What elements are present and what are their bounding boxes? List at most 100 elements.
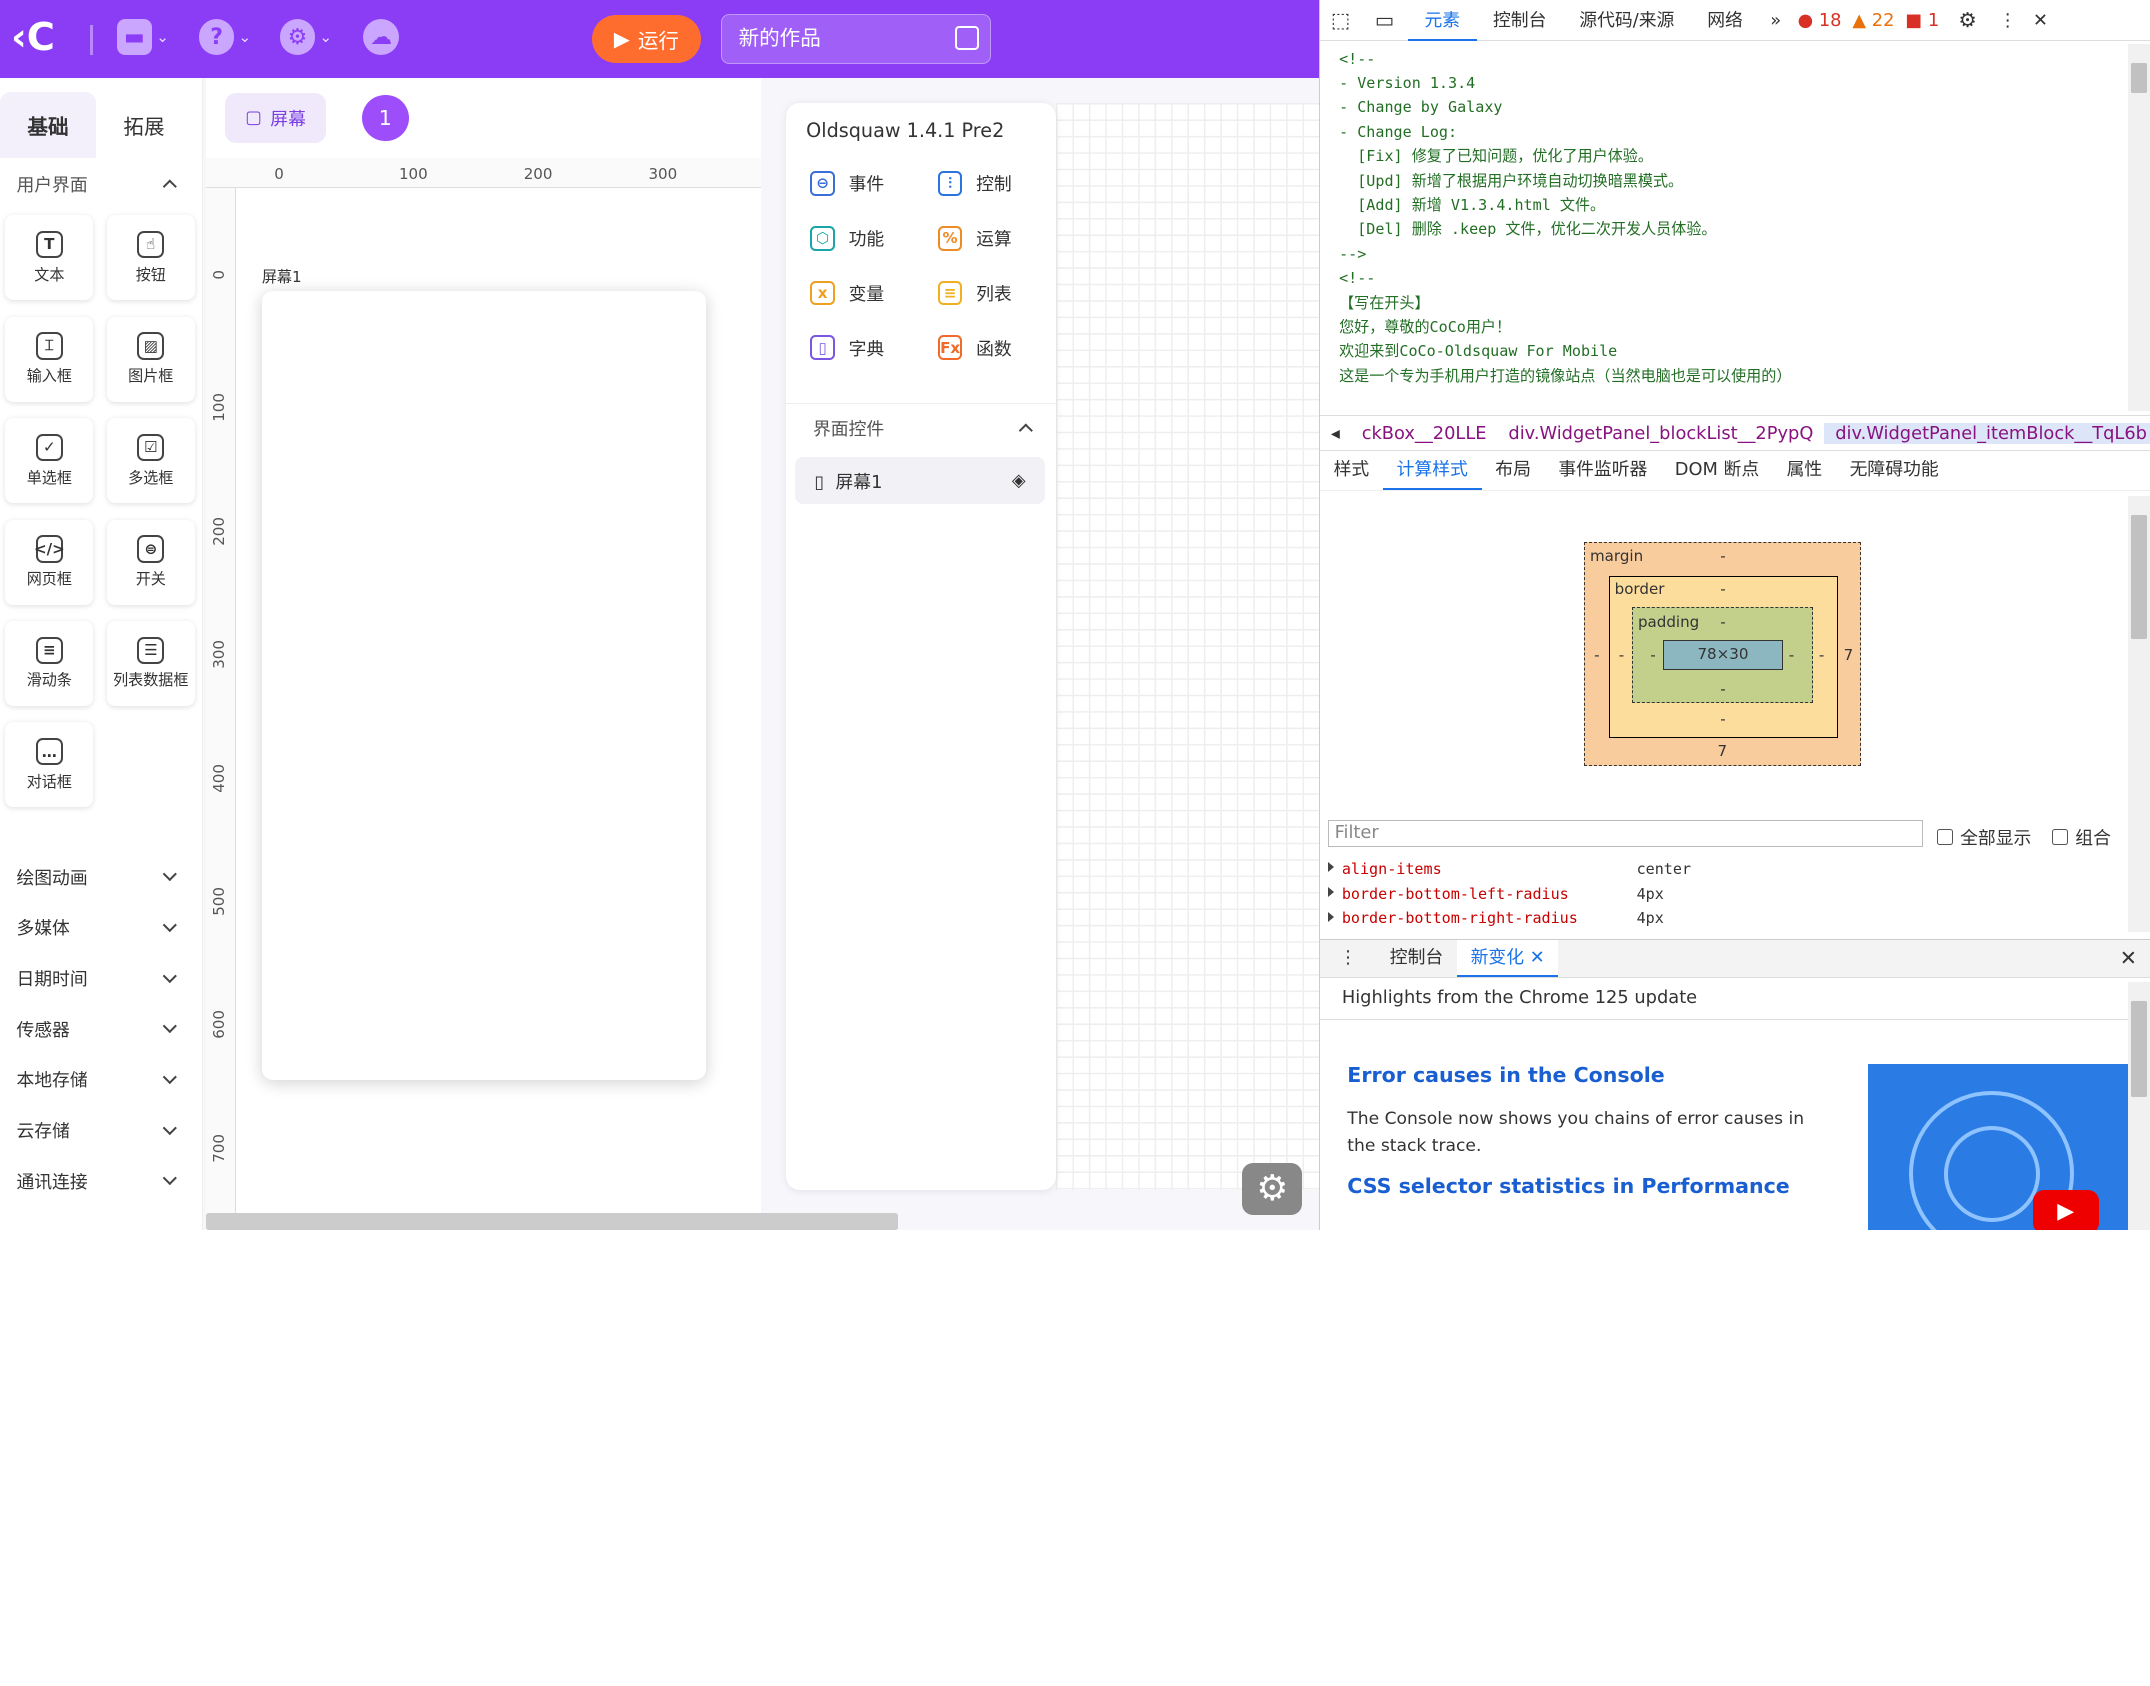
- component-slider[interactable]: ≡ 滑动条: [5, 620, 94, 706]
- group-4[interactable]: 本地存储: [0, 1054, 202, 1105]
- tab-basic[interactable]: 基础: [0, 91, 96, 158]
- settings-menu-icon[interactable]: ⚙ ⌄: [279, 19, 332, 55]
- computed-properties: align-items center border-bottom-left-radi…: [1328, 857, 2123, 931]
- page-number-badge[interactable]: 1: [361, 94, 409, 142]
- widget-category-5[interactable]: ≡ 列表: [937, 277, 1066, 310]
- widget-category-1[interactable]: ⫶ 控制: [937, 167, 1066, 200]
- margin-left-value: -: [1594, 645, 1600, 664]
- component-image[interactable]: ▨ 图片框: [106, 316, 195, 402]
- phone-screen[interactable]: [261, 290, 707, 1081]
- horizontal-scrollbar[interactable]: [205, 1213, 898, 1230]
- source-scrollbar[interactable]: [2127, 43, 2150, 412]
- more-tabs-icon[interactable]: »: [1759, 10, 1792, 31]
- breadcrumb-left-arrow[interactable]: ◂: [1320, 423, 1351, 444]
- group-0[interactable]: 绘图动画: [0, 851, 202, 902]
- widget-category-6[interactable]: ▯ 字典: [810, 331, 938, 364]
- article-heading-css-selector[interactable]: CSS selector statistics in Performance: [1347, 1174, 1813, 1198]
- devtools-panel: ⬚ ▭ 元素 控制台 源代码/来源 网络 » ● 18 ▲ 22 ■ 1 ⚙ ⋮ ✕ …: [1318, 0, 2150, 1230]
- coco-logo-icon[interactable]: ‹C: [11, 16, 69, 60]
- styles-scrollbar[interactable]: [2127, 496, 2150, 933]
- border-bottom-value: -: [1720, 710, 1726, 729]
- styles-tab-2[interactable]: 布局: [1482, 452, 1545, 489]
- section-title: 用户界面: [16, 174, 88, 196]
- article-heading-error-causes[interactable]: Error causes in the Console: [1347, 1063, 1813, 1087]
- group-1[interactable]: 多媒体: [0, 902, 202, 953]
- breadcrumb-item[interactable]: div.WidgetPanel_itemBlock__TqL6b: [1824, 422, 2150, 444]
- group-checkbox[interactable]: 组合: [2052, 824, 2111, 850]
- show-all-checkbox[interactable]: 全部显示: [1936, 824, 2031, 850]
- file-menu-icon[interactable]: ▬ ⌄: [116, 19, 169, 55]
- issue-count[interactable]: ■ 1: [1900, 10, 1945, 31]
- close-devtools-icon[interactable]: ✕: [2025, 10, 2056, 31]
- tab-whats-new[interactable]: 新变化 ✕: [1456, 939, 1559, 978]
- device-toggle-icon[interactable]: ▭: [1361, 8, 1408, 32]
- filter-input[interactable]: Filter: [1328, 819, 1924, 848]
- project-title-input[interactable]: 新的作品: [721, 13, 992, 65]
- group-5[interactable]: 云存储: [0, 1105, 202, 1156]
- category-label: 变量: [848, 283, 885, 305]
- cloud-icon[interactable]: ☁: [363, 19, 399, 55]
- component-text[interactable]: T 文本: [5, 215, 94, 301]
- switch-icon: ⊜: [137, 535, 165, 563]
- screen-button[interactable]: ▢ 屏幕: [224, 93, 327, 143]
- styles-tab-0[interactable]: 样式: [1320, 452, 1383, 489]
- component-checkbox[interactable]: ☑ 多选框: [106, 418, 195, 504]
- inspect-icon[interactable]: ⬚: [1320, 8, 1361, 32]
- warning-count[interactable]: ▲ 22: [1847, 10, 1900, 31]
- devtools-tab-0[interactable]: 元素: [1408, 0, 1477, 41]
- category-icon: ▯: [810, 335, 835, 361]
- component-button[interactable]: ☝ 按钮: [106, 215, 195, 301]
- tab-console-drawer[interactable]: 控制台: [1376, 940, 1457, 976]
- help-menu-icon[interactable]: ? ⌄: [198, 19, 251, 55]
- close-drawer-icon[interactable]: ✕: [2120, 946, 2137, 970]
- widget-category-4[interactable]: x 变量: [810, 277, 938, 310]
- component-dialog[interactable]: … 对话框: [5, 722, 94, 808]
- styles-tab-3[interactable]: 事件监听器: [1545, 452, 1661, 489]
- component-list[interactable]: ☰ 列表数据框: [106, 620, 195, 706]
- ui-controls-header[interactable]: 界面控件: [785, 402, 1056, 452]
- component-webview[interactable]: </> 网页框: [5, 519, 94, 605]
- styles-tab-4[interactable]: DOM 断点: [1661, 452, 1773, 489]
- property-row[interactable]: align-items center: [1328, 857, 2123, 882]
- devtools-tab-1[interactable]: 控制台: [1477, 0, 1563, 41]
- styles-tab-1[interactable]: 计算样式: [1382, 452, 1482, 490]
- edit-icon[interactable]: [954, 25, 980, 51]
- kebab-menu-icon[interactable]: ⋮: [1991, 10, 2025, 31]
- padding-label: padding: [1637, 612, 1700, 631]
- breadcrumb-item[interactable]: ckBox__20LLE: [1351, 423, 1498, 444]
- drawer-scrollbar[interactable]: [2127, 981, 2150, 1230]
- settings-gear-icon[interactable]: ⚙: [1242, 1162, 1303, 1215]
- tab-extension[interactable]: 拓展: [96, 92, 192, 158]
- property-row[interactable]: border-bottom-left-radius 4px: [1328, 882, 2123, 907]
- margin-bottom-value: 7: [1717, 741, 1728, 760]
- group-6[interactable]: 通讯连接: [0, 1156, 202, 1207]
- source-line: <!--: [1339, 49, 1376, 68]
- property-row[interactable]: border-bottom-right-radius 4px: [1328, 906, 2123, 931]
- group-3[interactable]: 传感器: [0, 1003, 202, 1054]
- widget-category-2[interactable]: ⬡ 功能: [810, 222, 938, 255]
- layers-icon[interactable]: ◈: [1012, 470, 1026, 491]
- dom-breadcrumb: ◂ ckBox__20LLE div.WidgetPanel_blockList__…: [1319, 415, 2150, 452]
- devtools-tab-2[interactable]: 源代码/来源: [1563, 0, 1691, 41]
- styles-tab-6[interactable]: 无障碍功能: [1836, 452, 1952, 489]
- group-2[interactable]: 日期时间: [0, 953, 202, 1004]
- component-input[interactable]: ⌶ 输入框: [5, 316, 94, 402]
- breadcrumb-item[interactable]: div.WidgetPanel_blockList__2PypQ: [1497, 423, 1824, 444]
- error-count[interactable]: ● 18: [1792, 10, 1847, 31]
- widget-category-7[interactable]: Fx 函数: [937, 331, 1066, 364]
- run-button[interactable]: ▶ 运行: [592, 15, 701, 64]
- drawer-menu-icon[interactable]: ⋮: [1320, 940, 1376, 976]
- content-size[interactable]: 78×30: [1662, 640, 1784, 671]
- widget-category-3[interactable]: % 运算: [937, 222, 1066, 255]
- styles-tab-5[interactable]: 属性: [1773, 452, 1836, 489]
- category-icon: ⫶: [937, 171, 963, 196]
- devtools-tab-3[interactable]: 网络: [1691, 0, 1760, 41]
- section-ui-header[interactable]: 用户界面: [0, 160, 202, 207]
- component-radio[interactable]: ✓ 单选框: [5, 418, 94, 504]
- component-switch[interactable]: ⊜ 开关: [106, 519, 195, 605]
- phone-icon: ▯: [814, 471, 825, 493]
- screen-list-item[interactable]: ▯ 屏幕1 ◈: [795, 457, 1045, 505]
- settings-icon[interactable]: ⚙: [1945, 8, 1991, 32]
- video-thumbnail[interactable]: ▶: [1868, 1063, 2129, 1230]
- widget-category-0[interactable]: ⊖ 事件: [810, 167, 938, 200]
